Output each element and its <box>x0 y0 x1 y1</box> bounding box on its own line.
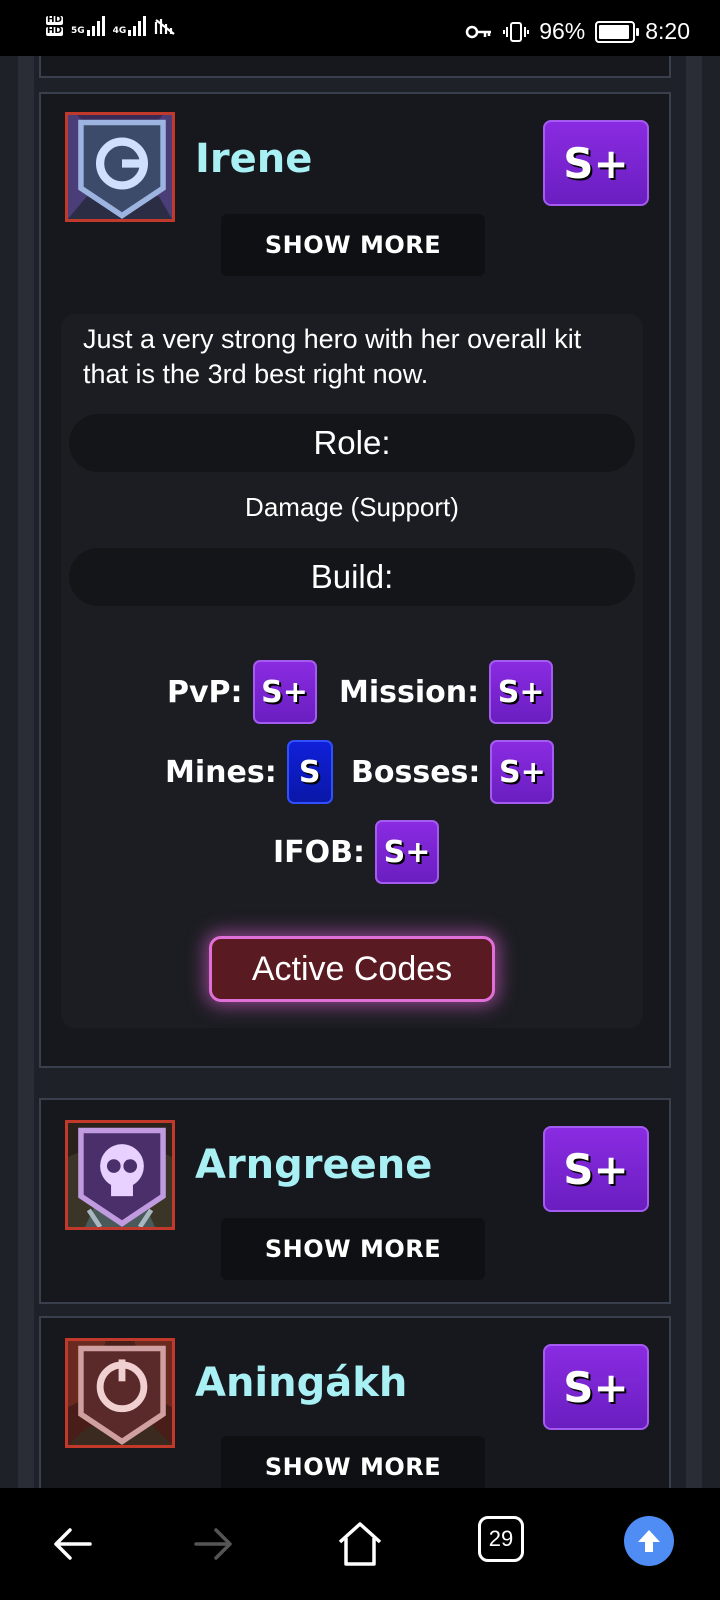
tier-badge: S+ <box>543 1126 649 1212</box>
build-heading: Build: <box>69 548 635 606</box>
no-signal-icon <box>155 19 176 35</box>
damage-class-icon <box>78 1345 166 1445</box>
rating-mines: Mines: S <box>165 740 333 804</box>
page-content[interactable]: Irene S+ SHOW MORE Just a very strong he… <box>18 56 702 1488</box>
rating-label: IFOB: <box>273 834 366 870</box>
rating-badge: S+ <box>490 740 555 804</box>
show-more-button[interactable]: SHOW MORE <box>221 1436 485 1488</box>
hero-portrait[interactable] <box>65 1120 175 1230</box>
role-heading: Role: <box>69 414 635 472</box>
hero-card: Irene S+ SHOW MORE Just a very strong he… <box>39 92 671 1068</box>
hero-portrait[interactable] <box>65 1338 175 1448</box>
battery-icon <box>595 20 640 43</box>
hero-portrait[interactable] <box>65 112 175 222</box>
rating-label: PvP: <box>167 674 243 710</box>
hero-name: Irene <box>195 136 313 182</box>
role-value: Damage (Support) <box>245 492 459 522</box>
signal-icon-2 <box>128 16 147 36</box>
home-icon[interactable] <box>334 1518 386 1570</box>
network-5g-label: 5G <box>71 26 85 36</box>
rating-pvp: PvP: S+ <box>167 660 317 724</box>
network-4g-label: 4G <box>112 26 127 36</box>
rating-badge: S+ <box>252 660 317 724</box>
scroll-to-top-button[interactable] <box>624 1516 674 1566</box>
tier-badge: S+ <box>543 120 649 206</box>
up-arrow-icon <box>638 1530 660 1552</box>
rating-bosses: Bosses: S+ <box>351 740 555 804</box>
status-left: HD HD 5G 4G <box>46 16 176 36</box>
forward-arrow-icon[interactable] <box>188 1518 240 1570</box>
back-arrow-icon[interactable] <box>46 1518 98 1570</box>
skull-class-icon <box>78 1127 166 1227</box>
scrollbar[interactable] <box>686 56 702 1488</box>
tabs-button[interactable]: 29 <box>478 1516 524 1562</box>
hero-details: Just a very strong hero with her overall… <box>61 314 643 1028</box>
hero-card: Aningákh S+ SHOW MORE <box>39 1316 671 1488</box>
hero-card: Arngreene S+ SHOW MORE <box>39 1098 671 1304</box>
clock: 8:20 <box>645 18 690 44</box>
status-bar: HD HD 5G 4G 96% 8:20 <box>0 0 720 56</box>
hero-description: Just a very strong hero with her overall… <box>83 324 582 389</box>
hero-name: Arngreene <box>195 1142 433 1188</box>
tier-badge: S+ <box>543 1344 649 1430</box>
show-more-button[interactable]: SHOW MORE <box>221 1218 485 1280</box>
status-right: 96% 8:20 <box>465 18 690 45</box>
show-more-button[interactable]: SHOW MORE <box>221 214 485 276</box>
hero-name: Aningákh <box>195 1360 408 1406</box>
key-icon <box>465 25 492 38</box>
rating-label: Mission: <box>339 674 480 710</box>
rating-badge: S <box>286 740 333 804</box>
battery-percent: 96% <box>539 18 586 44</box>
previous-hero-card <box>39 56 671 78</box>
rating-badge: S+ <box>375 820 440 884</box>
left-rail <box>18 56 34 1488</box>
signal-icon <box>86 16 105 36</box>
active-codes-button[interactable]: Active Codes <box>209 936 495 1002</box>
rating-label: Bosses: <box>351 754 481 790</box>
rating-ifob: IFOB: S+ <box>273 820 440 884</box>
tab-count: 29 <box>488 1526 514 1551</box>
rating-badge: S+ <box>489 660 554 724</box>
browser-nav-bar: 29 <box>0 1488 720 1600</box>
hd-icon: HD HD <box>46 15 64 36</box>
vibrate-icon <box>503 21 530 42</box>
support-class-icon <box>78 119 166 219</box>
rating-label: Mines: <box>165 754 277 790</box>
rating-mission: Mission: S+ <box>339 660 554 724</box>
